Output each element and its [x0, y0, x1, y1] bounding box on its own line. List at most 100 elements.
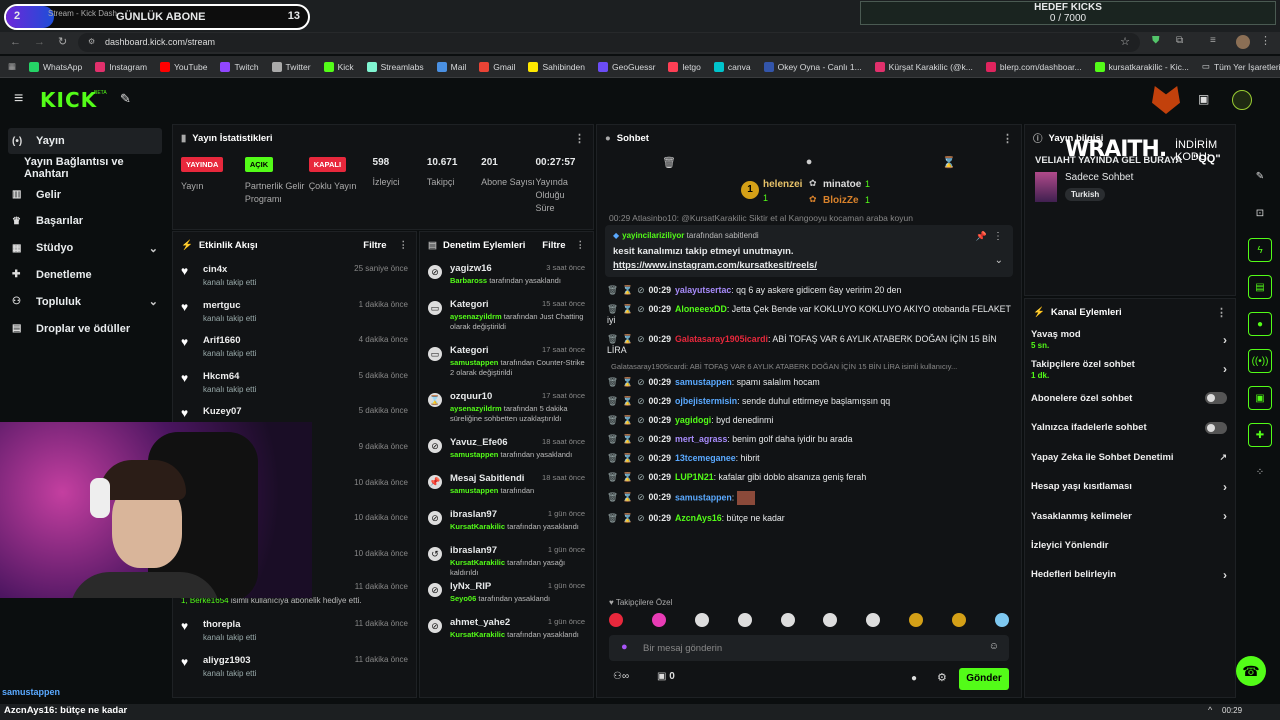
chat-username[interactable]: yagidogi	[675, 415, 711, 425]
activity-user[interactable]: thorepla	[203, 619, 256, 630]
camera-icon[interactable]: ▣	[1198, 92, 1209, 106]
send-button[interactable]: Gönder	[959, 668, 1009, 690]
hourglass-icon[interactable]: ⌛	[942, 156, 956, 169]
sidebar-item-5[interactable]: ✚ Denetleme	[0, 262, 170, 288]
chat-message[interactable]: 🗑 ⌛ ⊘ 00:29 13tcemeganee: hibrit	[597, 449, 1021, 468]
timeout-msg-icon[interactable]: ⌛	[622, 396, 633, 406]
mic-icon[interactable]: ●	[621, 641, 628, 653]
emote-icon[interactable]	[909, 613, 924, 627]
bookmark-item[interactable]: Kick	[323, 61, 354, 72]
delete-msg-icon[interactable]: 🗑	[607, 415, 618, 425]
chevron-down-icon[interactable]: ⌄	[149, 242, 158, 255]
modlog-target[interactable]: ibraslan97	[450, 509, 497, 520]
sidebar-item-0[interactable]: (•) Yayın	[8, 128, 162, 154]
delete-msg-icon[interactable]: 🗑	[607, 513, 618, 523]
extensions-icon[interactable]: ⧉	[1176, 35, 1183, 46]
wrench-dock-icon[interactable]: ✚	[1248, 423, 1272, 447]
timeout-msg-icon[interactable]: ⌛	[622, 472, 633, 482]
ban-msg-icon[interactable]: ⊘	[637, 377, 644, 387]
ban-msg-icon[interactable]: ⊘	[637, 453, 644, 463]
ban-msg-icon[interactable]: ⊘	[637, 472, 644, 482]
chat-username[interactable]: ojbejistermisin	[675, 396, 737, 406]
top3-name[interactable]: BloizZe	[823, 195, 859, 206]
toggle-switch[interactable]	[1205, 392, 1227, 405]
activity-filter-button[interactable]: Filtre	[363, 240, 386, 251]
delete-msg-icon[interactable]: 🗑	[607, 304, 618, 314]
pinned-by[interactable]: yayincilariziliyor	[622, 231, 684, 240]
bookmark-item[interactable]: Instagram	[95, 61, 147, 72]
modlog-filter-button[interactable]: Filtre	[542, 240, 565, 251]
ban-msg-icon[interactable]: ⊘	[637, 285, 644, 295]
modlog-target[interactable]: Kategori	[450, 345, 489, 356]
chevron-down-icon[interactable]: ⌄	[149, 295, 158, 308]
shield-icon[interactable]: ⛊	[1152, 35, 1160, 46]
chat-message[interactable]: 🗑 ⌛ ⊘ 00:29 ojbejistermisin: sende duhul ett…	[597, 392, 1021, 411]
channel-action-5[interactable]: Hesap yaşı kısıtlaması ›	[1025, 472, 1235, 501]
chat-settings-icon[interactable]: ⚙	[937, 671, 947, 684]
timeout-msg-icon[interactable]: ⌛	[622, 492, 633, 502]
timeout-msg-icon[interactable]: ⌛	[622, 377, 633, 387]
emote-icon[interactable]	[609, 613, 623, 627]
timeout-msg-icon[interactable]: ⌛	[622, 415, 633, 425]
pinned-link[interactable]: https://www.instagram.com/kursatkesit/re…	[613, 260, 1005, 271]
chat-message[interactable]: 🗑 ⌛ ⊘ 00:29 yagidogi: byd denedinmi	[597, 411, 1021, 430]
timeout-msg-icon[interactable]: ⌛	[622, 453, 633, 463]
chat-message[interactable]: 🗑 ⌛ ⊘ 00:29 LUP1N21: kafalar gibi doblo alsa…	[597, 468, 1021, 487]
bookmark-item[interactable]: Kürşat Karakilic (@k...	[874, 61, 973, 72]
chat-username[interactable]: AzcnAys16	[675, 513, 722, 523]
channel-action-2[interactable]: Abonelere özel sohbet	[1025, 384, 1235, 413]
emote-icon[interactable]	[866, 613, 881, 627]
timeout-msg-icon[interactable]: ⌛	[622, 334, 633, 344]
delete-msg-icon[interactable]: 🗑	[607, 377, 618, 387]
ban-msg-icon[interactable]: ⊘	[637, 304, 644, 314]
chat-message[interactable]: 🗑 ⌛ ⊘ 00:29 Galatasaray1905icardi: ABİ TOFAŞ…	[597, 330, 1021, 360]
modlog-target[interactable]: ahmet_yahe2	[450, 617, 510, 628]
actions-menu-icon[interactable]: ⋮	[1216, 306, 1227, 319]
bookmark-item[interactable]: Streamlabs	[366, 61, 424, 72]
sidebar-item-6[interactable]: ⚇ Topluluk ⌄	[0, 289, 170, 315]
screenshot-icon[interactable]: ⊡	[1248, 201, 1272, 225]
reply-reference[interactable]: Galatasaray1905icardi: ABİ TOFAŞ VAR 6 A…	[597, 360, 1021, 373]
bookmark-item[interactable]: WhatsApp	[29, 61, 82, 72]
ban-msg-icon[interactable]: ⊘	[637, 334, 644, 344]
bookmark-item[interactable]: blerp.com/dashboar...	[985, 61, 1082, 72]
modlog-target[interactable]: Mesaj Sabitlendi	[450, 473, 524, 484]
timeout-msg-icon[interactable]: ⌛	[622, 513, 633, 523]
ban-msg-icon[interactable]: ⊘	[637, 415, 644, 425]
channel-action-6[interactable]: Yasaklanmış kelimeler ›	[1025, 501, 1235, 530]
chat-dock-icon[interactable]: ●	[1248, 312, 1272, 336]
bookmark-item[interactable]: Twitter	[271, 61, 311, 72]
channel-points-icon[interactable]: ⚇∞	[613, 671, 629, 682]
ban-msg-icon[interactable]: ⊘	[637, 396, 644, 406]
pin-tool-icon[interactable]: ✎	[120, 91, 131, 107]
toggle-switch[interactable]	[1205, 421, 1227, 434]
bookmark-item[interactable]: canva	[713, 61, 751, 72]
ban-msg-icon[interactable]: ⊘	[637, 492, 644, 502]
delete-msg-icon[interactable]: 🗑	[607, 285, 618, 295]
modlog-target[interactable]: ibraslan97	[450, 545, 497, 556]
pinned-collapse-icon[interactable]: ⌄	[995, 255, 1003, 266]
ban-msg-icon[interactable]: ⊘	[637, 434, 644, 444]
bookmark-item[interactable]: GeoGuessr	[597, 61, 655, 72]
activity-menu-icon[interactable]: ⋮	[399, 240, 409, 251]
modlog-actor[interactable]: Seyo06	[450, 594, 476, 603]
modlog-actor[interactable]: aysenazyildrm	[450, 312, 502, 321]
activity-user[interactable]: Hkcm64	[203, 371, 256, 382]
timeout-msg-icon[interactable]: ⌛	[622, 285, 633, 295]
emote-icon[interactable]	[737, 613, 752, 627]
chat-message[interactable]: 🗑 ⌛ ⊘ 00:29 mert_agrass: benim golf daha iyi…	[597, 430, 1021, 449]
emote-icon[interactable]	[780, 613, 795, 627]
chevron-right-icon[interactable]: ›	[1223, 509, 1227, 523]
channel-action-8[interactable]: Hedefleri belirleyin ›	[1025, 560, 1235, 589]
language-tag[interactable]: Turkish	[1065, 188, 1106, 201]
modlog-target[interactable]: ozquur10	[450, 391, 492, 402]
emote-icon[interactable]	[823, 613, 838, 627]
channel-action-3[interactable]: Yalnızca ifadelerle sohbet	[1025, 413, 1235, 442]
forward-icon[interactable]: →	[34, 36, 45, 48]
chat-username[interactable]: samustappen	[675, 377, 732, 387]
modlog-actor[interactable]: KursatKarakilic	[450, 558, 505, 567]
delete-msg-icon[interactable]: 🗑	[607, 334, 618, 344]
tray-chevron-icon[interactable]: ^	[1208, 705, 1212, 715]
chevron-right-icon[interactable]: ›	[1223, 568, 1227, 582]
sidebar-item-4[interactable]: ▦ Stüdyo ⌄	[0, 235, 170, 261]
